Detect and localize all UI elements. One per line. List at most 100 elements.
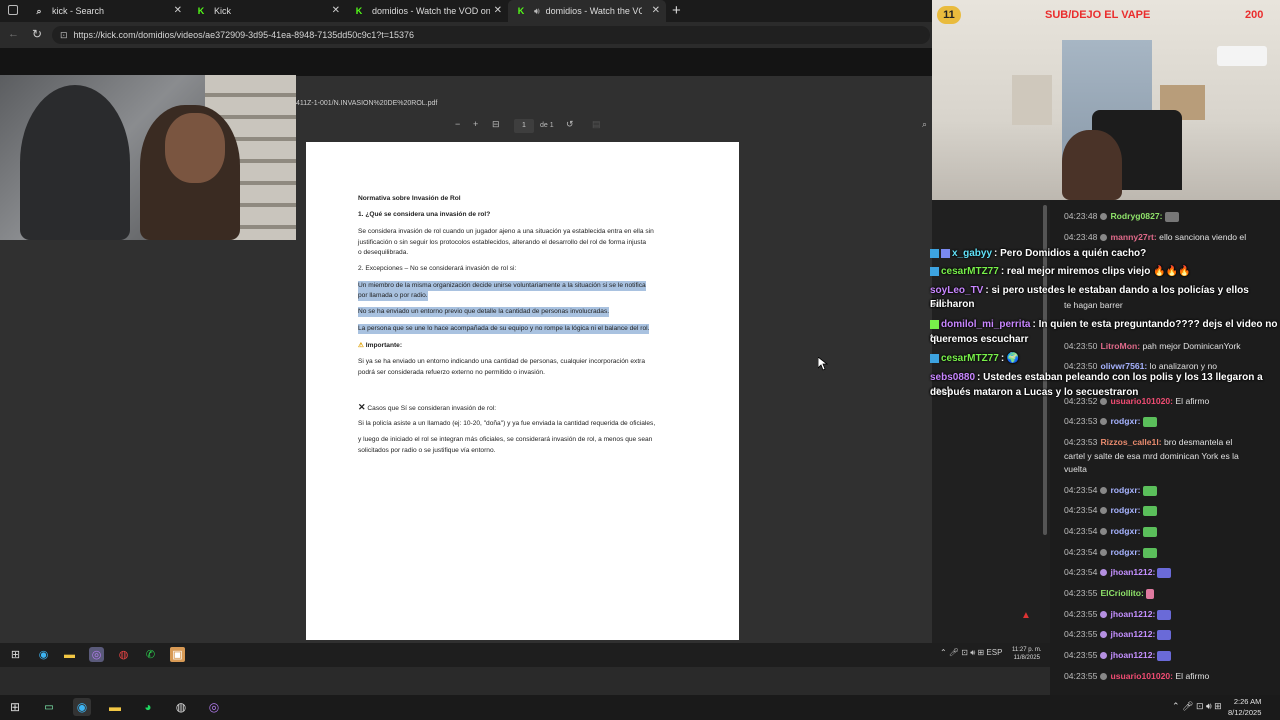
pdf-path: 411Z-1-001/N.INVASION%20DE%20ROL.pdf: [296, 100, 438, 107]
doc-title: Normativa sobre Invasión de Rol: [358, 195, 461, 202]
username[interactable]: jhoan1212:: [1110, 567, 1155, 577]
cross-icon: ✕: [358, 402, 366, 412]
message-text: ello sanciona viendo el: [1156, 232, 1247, 242]
recorded-clock[interactable]: 11:27 p. m. 11/8/2025: [1012, 646, 1042, 662]
edge-icon[interactable]: ◉: [73, 698, 91, 716]
tab-domidios-vod-active[interactable]: K 🔊︎ domidios - Watch the VOD ✕: [508, 0, 666, 22]
tab-domidios-vod-1[interactable]: K domidios - Watch the VOD on Ki ✕: [346, 0, 508, 22]
app-icon[interactable]: ▣: [170, 647, 185, 662]
system-tray[interactable]: ⌃ 🎤︎ ⊡ 🔊︎ ⊞ ESP: [940, 648, 1002, 658]
important-label: Importante:: [365, 342, 403, 349]
overlay-chat-message: cesarMTZ77: 🌍: [930, 352, 1280, 366]
cases-label: Casos que Sí se consideran invasión de r…: [367, 405, 497, 412]
edge-icon[interactable]: ◉: [36, 647, 51, 662]
username[interactable]: jhoan1212:: [1110, 629, 1155, 639]
chat-message: 04:23:48 Rodryg0827:: [1064, 209, 1260, 223]
username[interactable]: usuario101020:: [1110, 671, 1173, 681]
search-icon: ⌕: [36, 5, 42, 16]
close-icon[interactable]: ✕: [174, 5, 182, 16]
doc-paragraph: y luego de iniciado el rol se integran m…: [358, 436, 653, 443]
fit-page-icon[interactable]: ⊟: [492, 119, 500, 130]
acrobat-icon[interactable]: ▲: [1021, 610, 1031, 621]
obs-icon[interactable]: ◎: [205, 698, 223, 716]
chat-message: 04:23:55 usuario101020: El afirmo: [1064, 669, 1260, 683]
username[interactable]: jhoan1212:: [1110, 609, 1155, 619]
timestamp: 04:23:55: [1064, 671, 1098, 681]
badge-icon: [1100, 528, 1108, 536]
new-tab-button[interactable]: +: [672, 2, 681, 19]
overlay-chat-message: cesarMTZ77: real mejor miremos clips vie…: [930, 265, 1280, 279]
doc-highlight: La persona que se une lo hace acompañada…: [358, 324, 650, 334]
close-icon[interactable]: ✕: [652, 5, 660, 16]
chat-message: 04:23:55 jhoan1212:: [1064, 648, 1260, 662]
username[interactable]: ElCriollito:: [1100, 588, 1143, 598]
app-icon[interactable]: ◍: [116, 647, 131, 662]
system-tray[interactable]: ⌃ 🎤︎ ⊡ 🔊︎ ⊞: [1172, 701, 1222, 712]
message-text: : 🌍: [1000, 353, 1020, 364]
file-explorer-icon[interactable]: ▬: [106, 698, 124, 716]
badge-icon: [1100, 418, 1108, 426]
message-text: queremos escucharr: [930, 334, 1029, 345]
windows-start-icon[interactable]: ⊞: [8, 647, 23, 662]
timestamp: 04:23:55: [1064, 650, 1098, 660]
page-view-icon[interactable]: ▤: [592, 119, 601, 130]
doc-paragraph: Si la policía asiste a un llamado (ej: 1…: [358, 420, 656, 427]
language-indicator[interactable]: ESP: [986, 648, 1002, 657]
app-icon[interactable]: ◍: [172, 698, 190, 716]
window-menu-icon[interactable]: [8, 5, 18, 15]
refresh-button[interactable]: ↻: [32, 27, 42, 41]
username[interactable]: Rizzos_calle1l:: [1100, 437, 1161, 447]
tab-kick-search[interactable]: ⌕ kick - Search ✕: [26, 0, 188, 22]
timestamp: 04:23:53: [1064, 437, 1098, 447]
terminal-icon[interactable]: ▭: [40, 698, 58, 716]
spotify-icon[interactable]: ◕: [139, 698, 157, 716]
windows-start-icon[interactable]: ⊞: [6, 698, 24, 716]
username[interactable]: rodgxr:: [1110, 526, 1140, 536]
time: 2:26 AM: [1233, 697, 1262, 706]
doc-highlight: No se ha enviado un entorno previo que d…: [358, 307, 610, 317]
timestamp: 04:23:54: [1064, 505, 1098, 515]
tab-label: domidios - Watch the VOD on Ki: [372, 6, 490, 16]
username[interactable]: Rodryg0827:: [1110, 211, 1162, 221]
chat-message: 04:23:48 manny27rt: ello sanciona viendo …: [1064, 230, 1260, 244]
recorded-time: 11:27 p. m.: [1012, 647, 1042, 653]
close-icon[interactable]: ✕: [494, 5, 502, 16]
username: x_gabyy: [952, 248, 993, 259]
doc-paragraph: Se considera invasión de rol cuando un j…: [358, 228, 654, 235]
doc-paragraph: justificación o sin seguir los protocolo…: [358, 239, 647, 246]
badge-icon: [930, 353, 939, 363]
clock[interactable]: 2:26 AM 8/12/2025: [1228, 696, 1261, 718]
username[interactable]: rodgxr:: [1110, 485, 1140, 495]
username[interactable]: rodgxr:: [1110, 416, 1140, 426]
doc-cases-heading: ✕ Casos que Sí se consideran invasión de…: [358, 402, 496, 414]
page-number-input[interactable]: 1: [514, 119, 534, 133]
rotate-icon[interactable]: ↺: [566, 119, 574, 130]
overlay-chat-message-continued: después mataron a Lucas y lo secuestraro…: [930, 386, 1280, 400]
lock-icon: ⊡: [60, 29, 68, 40]
kick-logo-icon: K: [355, 6, 363, 16]
chat-message: 04:23:54 rodgxr:: [1064, 483, 1260, 497]
zoom-in-button[interactable]: +: [473, 119, 478, 129]
chat-message-continued: cartel y salte de esa mrd dominican York…: [1064, 449, 1260, 463]
tab-kick[interactable]: K Kick ✕: [188, 0, 346, 22]
username[interactable]: manny27rt:: [1110, 232, 1156, 242]
chat-message: 04:23:53 rodgxr:: [1064, 414, 1260, 428]
doc-important: ⚠ Importante:: [358, 341, 402, 351]
search-icon[interactable]: ⌕: [922, 119, 927, 130]
emote-icon: [1145, 588, 1154, 599]
username[interactable]: rodgxr:: [1110, 547, 1140, 557]
message-text: El afirmo: [1173, 671, 1210, 681]
speaker-icon[interactable]: 🔊︎: [534, 6, 540, 17]
room-webcam: [932, 0, 1280, 200]
username[interactable]: rodgxr:: [1110, 505, 1140, 515]
close-icon[interactable]: ✕: [332, 5, 340, 16]
obs-icon[interactable]: ◎: [89, 647, 104, 662]
url-field[interactable]: ⊡ https://kick.com/domidios/videos/ae372…: [52, 26, 930, 44]
username[interactable]: jhoan1212:: [1110, 650, 1155, 660]
file-explorer-icon[interactable]: ▬: [62, 647, 77, 662]
doc-heading: 2. Excepciones – No se considerará invas…: [358, 265, 517, 272]
zoom-out-button[interactable]: −: [455, 119, 460, 129]
emote-icon: [1157, 609, 1172, 620]
back-button[interactable]: ←: [8, 28, 19, 40]
whatsapp-icon[interactable]: ✆: [143, 647, 158, 662]
